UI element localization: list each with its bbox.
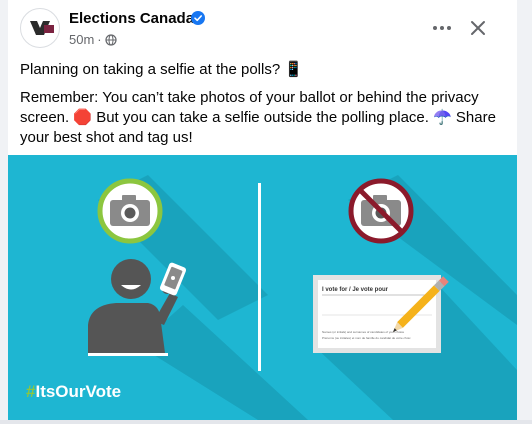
more-options-button[interactable]	[428, 14, 456, 42]
ballot-instructions-en: Names (or initials) and surnames of cand…	[322, 330, 405, 334]
facebook-post: Elections Canada 50m · Planning on takin…	[8, 0, 517, 424]
post-meta: 50m ·	[69, 32, 117, 47]
selfie-infographic: I vote for / Je vote pour Names (or init…	[88, 175, 517, 420]
feed-divider	[0, 420, 532, 424]
meta-separator: ·	[97, 32, 102, 47]
more-options-icon	[433, 26, 451, 30]
camera-forbidden-icon	[348, 178, 414, 244]
post-image[interactable]: I vote for / Je vote pour Names (or init…	[8, 155, 517, 420]
page-name[interactable]: Elections Canada	[69, 10, 194, 27]
hashtag-label: #ItsOurVote	[26, 382, 122, 401]
divider	[258, 183, 261, 371]
camera-allowed-icon	[97, 178, 163, 244]
page-avatar[interactable]	[20, 8, 60, 48]
elections-canada-logo	[30, 21, 54, 35]
ballot-title: I vote for / Je vote pour	[322, 287, 389, 293]
close-icon	[471, 21, 485, 35]
ballot-instructions-fr: Prénoms (ou initiales) et nom de famille…	[322, 336, 411, 340]
ballot-illustration: I vote for / Je vote pour Names (or init…	[313, 275, 449, 353]
post-text-line-1: Planning on taking a selfie at the polls…	[20, 61, 304, 78]
post-timestamp[interactable]: 50m	[69, 32, 94, 47]
post-text-line-2: Remember: You can’t take photos of your …	[20, 89, 496, 146]
close-button[interactable]	[464, 14, 492, 42]
verified-badge-icon	[191, 11, 205, 25]
globe-icon	[105, 33, 117, 46]
